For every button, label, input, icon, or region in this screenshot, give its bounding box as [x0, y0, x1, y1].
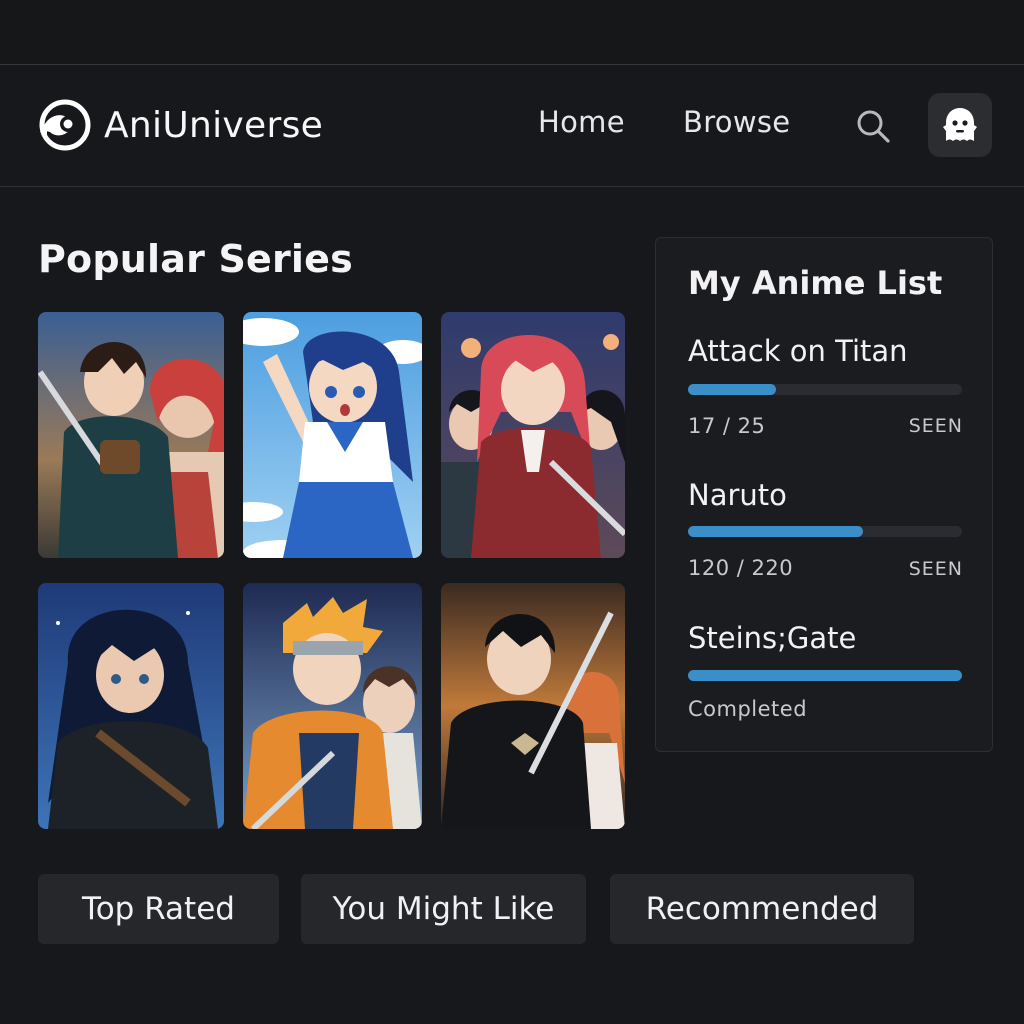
series-card[interactable] [243, 583, 422, 829]
progress-fill [688, 670, 962, 681]
series-card[interactable] [441, 583, 625, 829]
series-card[interactable] [243, 312, 422, 558]
my-anime-list-title: My Anime List [688, 264, 943, 302]
episode-count: 120 / 220 [688, 556, 794, 580]
nav-browse-link[interactable]: Browse [683, 105, 790, 139]
series-card[interactable] [38, 312, 224, 558]
episode-count: 17 / 25 [688, 414, 766, 438]
anime-entry-title: Attack on Titan [688, 334, 908, 368]
recommended-button[interactable]: Recommended [610, 874, 914, 944]
progress-bar [688, 384, 962, 395]
anime-entry-title: Naruto [688, 478, 787, 512]
series-card-art [441, 583, 625, 829]
popular-series-title: Popular Series [38, 237, 353, 281]
user-avatar-button[interactable] [928, 93, 992, 157]
search-icon[interactable] [855, 108, 891, 144]
series-card-art [243, 583, 422, 829]
progress-fill [688, 526, 864, 537]
status-label: SEEN [908, 558, 963, 580]
series-card[interactable] [38, 583, 224, 829]
eye-swirl-logo-icon [39, 99, 91, 151]
navbar: AniUniverse Home Browse [0, 65, 1024, 187]
my-anime-list-panel: My Anime List Attack on Titan 17 / 25 SE… [655, 237, 993, 752]
progress-fill [688, 384, 776, 395]
progress-bar [688, 526, 962, 537]
you-might-like-button[interactable]: You Might Like [301, 874, 586, 944]
series-card-art [38, 312, 224, 558]
anime-entry-title: Steins;Gate [688, 621, 857, 655]
series-card[interactable] [441, 312, 625, 558]
app-page: AniUniverse Home Browse Popular Series M… [0, 0, 1024, 1024]
top-rated-button[interactable]: Top Rated [38, 874, 279, 944]
nav-home-link[interactable]: Home [538, 105, 625, 139]
ghost-avatar-icon [943, 108, 977, 141]
series-card-art [38, 583, 224, 829]
top-bar [0, 0, 1024, 65]
brand-logo[interactable]: AniUniverse [38, 96, 323, 154]
brand-name: AniUniverse [104, 104, 324, 146]
status-label: SEEN [908, 415, 963, 437]
series-card-art [243, 312, 422, 558]
completion-status: Completed [688, 697, 808, 721]
progress-bar [688, 670, 962, 681]
series-card-art [441, 312, 625, 558]
